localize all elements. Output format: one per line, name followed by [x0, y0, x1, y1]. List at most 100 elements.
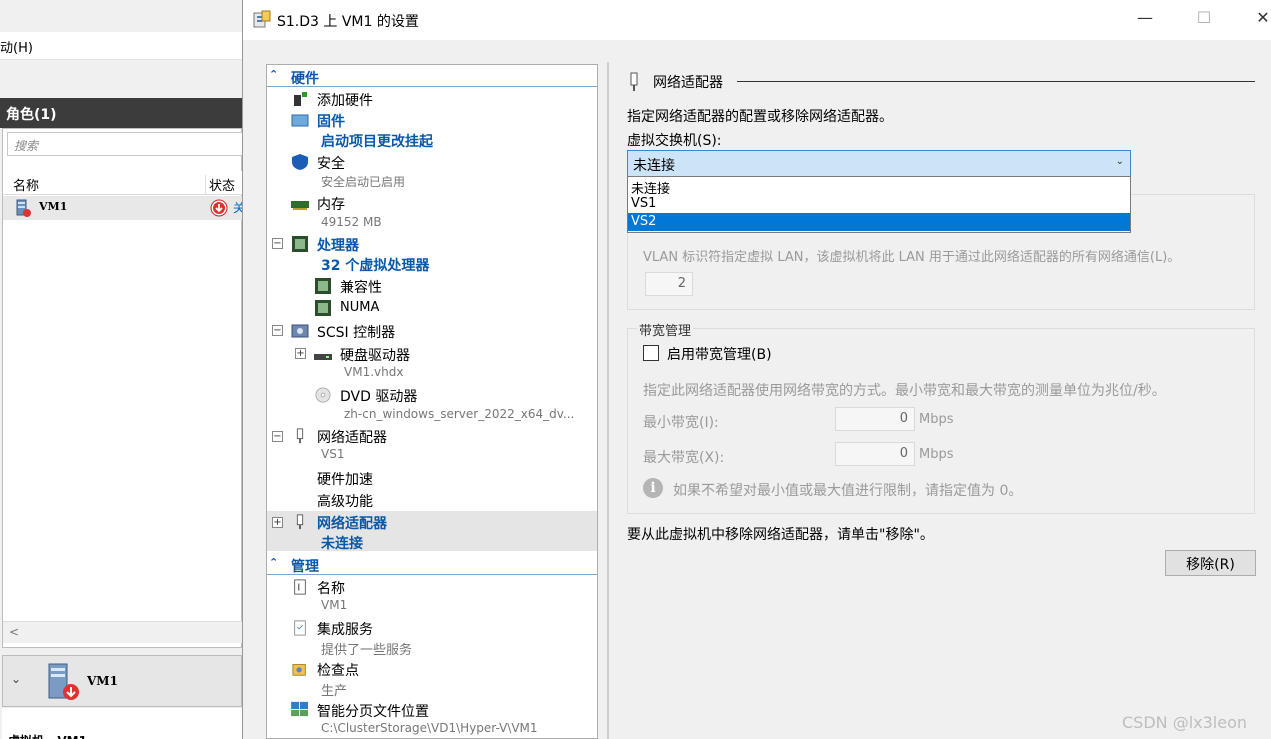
bandwidth-enable-checkbox[interactable]	[643, 345, 659, 361]
tree-item-network-adapter-1[interactable]: 网络适配器	[317, 427, 387, 447]
tree-item-network-adapter-2[interactable]: 网络适配器	[317, 513, 387, 533]
memory-status: 49152 MB	[321, 215, 382, 229]
vm-icon	[16, 199, 31, 217]
tree-item-compatibility[interactable]: 兼容性	[340, 277, 382, 297]
menu-action[interactable]: 动(H)	[0, 41, 33, 56]
max-bandwidth-unit: Mbps	[919, 447, 954, 462]
tree-item-dvd-drive[interactable]: DVD 驱动器	[340, 386, 417, 406]
settings-dialog: S1.D3 上 VM1 的设置 — ☐ ✕ ⌃ 硬件 添加硬件 固件 启动项目更…	[242, 0, 1271, 739]
max-bandwidth-input[interactable]: 0	[835, 442, 915, 466]
remove-button[interactable]: 移除(R)	[1165, 550, 1256, 576]
dvd-drive-icon	[315, 387, 331, 403]
bandwidth-enable-label[interactable]: 启用带宽管理(B)	[667, 344, 772, 364]
chevron-down-icon[interactable]: ⌄	[11, 672, 21, 686]
tree-item-checkpoints[interactable]: 检查点	[317, 660, 359, 680]
collapse-scsi-icon[interactable]: −	[272, 325, 283, 336]
switch-option-selected[interactable]: VS2	[628, 213, 1130, 231]
table-row[interactable]: VM1 关	[3, 196, 242, 220]
compatibility-icon	[315, 278, 331, 294]
checkpoints-icon	[292, 664, 306, 676]
bandwidth-group-label: 带宽管理	[637, 320, 694, 339]
settings-tree: ⌃ 硬件 添加硬件 固件 启动项目更改挂起 安全 安全启动已启用 内存 4915…	[266, 64, 598, 739]
tree-item-hardware-acceleration[interactable]: 硬件加速	[317, 469, 373, 489]
vm-summary-label: 虚拟机 - VM1	[2, 708, 242, 739]
chevron-down-icon[interactable]: ⌄	[1116, 156, 1124, 167]
close-button[interactable]: ✕	[1248, 8, 1271, 32]
integration-services-icon	[294, 620, 306, 636]
tree-item-hard-drive[interactable]: 硬盘驱动器	[340, 345, 410, 365]
vm-status: 关	[233, 201, 242, 215]
collapse-icon[interactable]: ⌃	[269, 556, 278, 569]
vlan-description: VLAN 标识符指定虚拟 LAN，该虚拟机将此 LAN 用于通过此网络适配器的所…	[643, 250, 1181, 265]
tree-item-smart-paging[interactable]: 智能分页文件位置	[317, 701, 429, 721]
stopped-icon	[210, 199, 228, 217]
bandwidth-description: 指定此网络适配器使用网络带宽的方式。最小带宽和最大带宽的测量单位为兆位/秒。	[643, 383, 1166, 399]
hardware-section-header[interactable]: ⌃ 硬件	[267, 67, 597, 87]
bandwidth-info-text: 如果不希望对最小值或最大值进行限制，请指定值为 0。	[673, 483, 1023, 499]
column-name[interactable]: 名称	[13, 175, 39, 194]
svg-text:I: I	[297, 583, 300, 594]
tree-item-add-hardware[interactable]: 添加硬件	[317, 90, 373, 110]
collapse-nic1-icon[interactable]: −	[272, 431, 283, 442]
tree-item-firmware[interactable]: 固件	[317, 111, 345, 131]
checkpoints-type: 生产	[321, 684, 348, 699]
remove-description: 要从此虚拟机中移除网络适配器，请单击"移除"。	[627, 527, 934, 543]
name-icon: I	[294, 579, 306, 595]
processor-icon	[292, 236, 308, 252]
switch-option[interactable]: 未连接	[628, 177, 1130, 197]
tree-item-memory[interactable]: 内存	[317, 194, 345, 214]
expand-hdd-icon[interactable]: +	[295, 348, 306, 359]
settings-app-icon	[253, 10, 271, 28]
minimize-button[interactable]: —	[1130, 8, 1160, 32]
collapse-icon[interactable]: ⌃	[269, 68, 278, 81]
virtual-switch-dropdown: 未连接 VS1 VS2	[627, 176, 1131, 233]
dvd-drive-file: zh-cn_windows_server_2022_x64_dv...	[344, 407, 575, 421]
firmware-icon	[291, 114, 309, 127]
management-section-header[interactable]: ⌃ 管理	[267, 555, 597, 575]
scsi-controller-icon	[291, 324, 309, 338]
column-status[interactable]: 状态	[205, 175, 235, 194]
name-value: VM1	[321, 598, 348, 612]
tree-item-security[interactable]: 安全	[317, 153, 345, 173]
expand-nic2-icon[interactable]: +	[272, 517, 283, 528]
tree-item-scsi[interactable]: SCSI 控制器	[317, 322, 395, 342]
tree-item-name[interactable]: 名称	[317, 578, 345, 598]
background-window: 动(H) 角色(1) 搜索 名称 状态 VM1 关 < ⌄ VM1	[0, 0, 242, 739]
network-adapter-icon	[630, 72, 638, 91]
virtual-switch-label: 虚拟交换机(S):	[627, 133, 722, 149]
tree-item-integration-services[interactable]: 集成服务	[317, 619, 373, 639]
tree-item-processor[interactable]: 处理器	[317, 235, 359, 255]
collapse-processor-icon[interactable]: −	[272, 238, 283, 249]
switch-option[interactable]: VS1	[628, 195, 1130, 213]
roles-list-panel: 搜索 名称 状态 VM1 关 <	[2, 128, 242, 648]
search-input[interactable]: 搜索	[7, 132, 242, 156]
watermark: CSDN @lx3leon	[1122, 713, 1248, 732]
vm-summary-name: VM1	[87, 674, 118, 688]
detail-header: 网络适配器	[653, 75, 723, 91]
detail-description: 指定网络适配器的配置或移除网络适配器。	[627, 109, 893, 125]
network-adapter-1-switch: VS1	[321, 447, 345, 461]
shield-icon	[292, 154, 308, 170]
tree-item-numa[interactable]: NUMA	[340, 300, 379, 315]
virtual-switch-value: 未连接	[633, 158, 675, 174]
min-bandwidth-input[interactable]: 0	[835, 407, 915, 431]
integration-services-status: 提供了一些服务	[321, 643, 413, 658]
max-bandwidth-label: 最大带宽(X):	[643, 450, 725, 466]
menu-bar: 动(H)	[0, 32, 242, 60]
numa-icon	[315, 300, 331, 316]
firmware-status: 启动项目更改挂起	[321, 134, 433, 150]
title-bar: S1.D3 上 VM1 的设置 — ☐ ✕	[243, 0, 1271, 40]
tree-item-advanced-features[interactable]: 高级功能	[317, 491, 373, 511]
min-bandwidth-unit: Mbps	[919, 412, 954, 427]
vm-name: VM1	[39, 200, 68, 213]
virtual-switch-select[interactable]: 未连接 ⌄	[627, 150, 1131, 178]
horizontal-scrollbar[interactable]: <	[3, 621, 242, 643]
header-divider	[737, 81, 1255, 82]
scroll-left-icon[interactable]: <	[9, 625, 19, 639]
maximize-button[interactable]: ☐	[1189, 8, 1219, 32]
min-bandwidth-label: 最小带宽(I):	[643, 415, 719, 431]
vlan-id-input[interactable]: 2	[645, 272, 693, 296]
dialog-title: S1.D3 上 VM1 的设置	[277, 14, 419, 30]
vm-large-icon	[48, 663, 79, 700]
smart-paging-path: C:\ClusterStorage\VD1\Hyper-V\VM1	[321, 721, 538, 735]
